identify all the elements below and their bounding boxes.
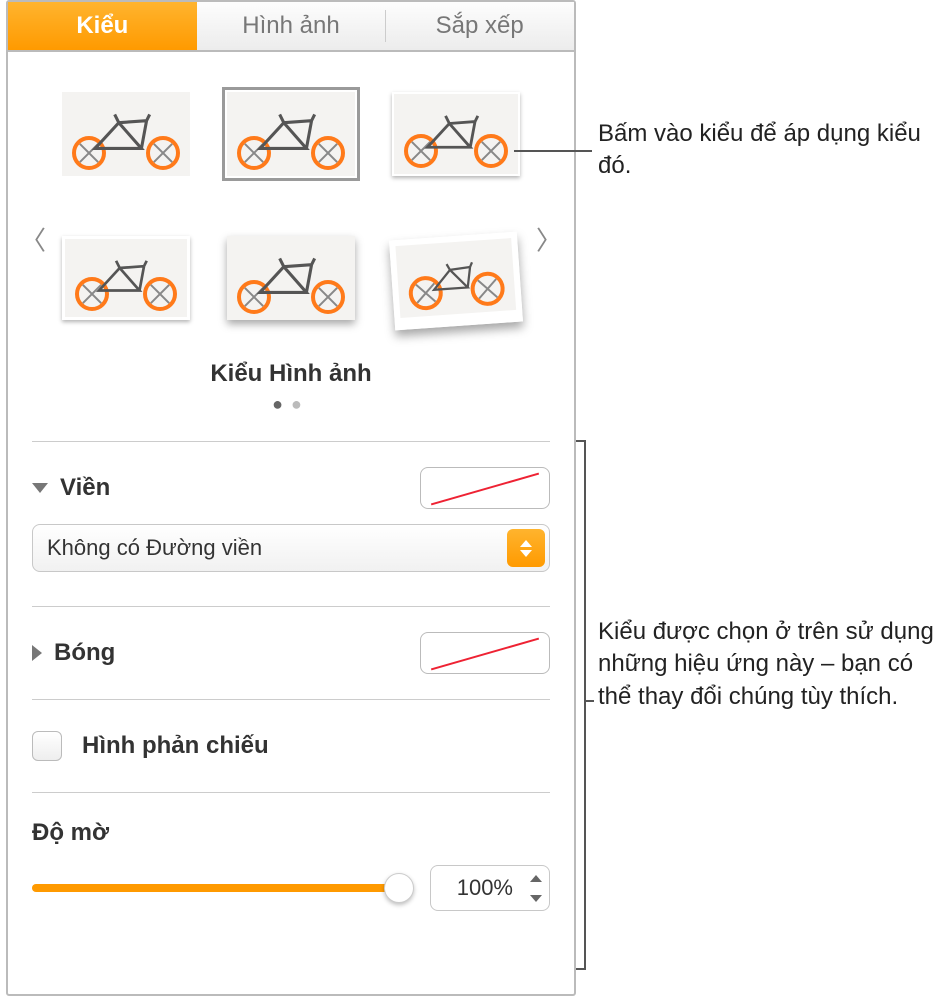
reflection-section: Hình phản chiếu: [8, 716, 574, 776]
style-thumbnails: [58, 92, 524, 326]
reflection-label: Hình phản chiếu: [82, 732, 550, 760]
border-label: Viền: [60, 474, 408, 502]
callout-bracket-top: [576, 440, 586, 442]
style-thumb-4[interactable]: [62, 236, 190, 320]
callout-bracket-bottom: [576, 968, 586, 970]
tab-style[interactable]: Kiểu: [8, 2, 197, 50]
style-gallery: 〈 〉: [8, 52, 574, 425]
divider: [32, 441, 550, 442]
shadow-disclosure[interactable]: [32, 645, 42, 661]
callout-leader-line: [514, 150, 592, 152]
shadow-section: Bóng: [8, 623, 574, 683]
gallery-next-button[interactable]: 〉: [526, 210, 572, 267]
gallery-title: Kiểu Hình ảnh: [38, 360, 544, 388]
slider-thumb[interactable]: [384, 873, 414, 903]
style-thumb-2[interactable]: [227, 92, 355, 176]
gallery-prev-button[interactable]: 〈: [10, 210, 56, 267]
inspector-tabs: Kiểu Hình ảnh Sắp xếp: [8, 2, 574, 52]
border-dropdown-value: Không có Đường viền: [47, 535, 262, 561]
slider-track: [32, 884, 412, 892]
shadow-swatch[interactable]: [420, 632, 550, 674]
opacity-section: Độ mờ 100%: [8, 809, 574, 935]
callout-side: Kiểu được chọn ở trên sử dụng những hiệu…: [598, 616, 938, 713]
border-swatch[interactable]: [420, 467, 550, 509]
style-thumb-6[interactable]: [389, 232, 523, 331]
opacity-step-down[interactable]: [521, 888, 551, 908]
opacity-slider[interactable]: [32, 873, 412, 903]
tab-arrange[interactable]: Sắp xếp: [385, 2, 574, 50]
divider: [32, 792, 550, 793]
style-thumb-3[interactable]: [392, 92, 520, 176]
callout-bracket-vertical: [584, 440, 586, 970]
divider: [32, 699, 550, 700]
callout-bracket-leader: [584, 700, 594, 702]
style-thumb-5[interactable]: [227, 236, 355, 320]
opacity-stepper: [521, 868, 551, 908]
divider: [32, 606, 550, 607]
callout-top: Bấm vào kiểu để áp dụng kiểu đó.: [598, 118, 938, 183]
format-inspector-panel: Kiểu Hình ảnh Sắp xếp 〈 〉: [6, 0, 576, 996]
opacity-value: 100%: [457, 875, 513, 901]
style-thumb-1[interactable]: [62, 92, 190, 176]
tab-image[interactable]: Hình ảnh: [197, 2, 386, 50]
border-dropdown[interactable]: Không có Đường viền: [32, 524, 550, 572]
shadow-label: Bóng: [54, 639, 408, 667]
gallery-page-dots[interactable]: ●●: [38, 394, 544, 415]
dropdown-arrow-icon: [507, 529, 545, 567]
border-section: Viền: [8, 458, 574, 518]
opacity-label: Độ mờ: [32, 819, 550, 847]
opacity-step-up[interactable]: [521, 868, 551, 888]
opacity-value-field[interactable]: 100%: [430, 865, 550, 911]
border-disclosure[interactable]: [32, 483, 48, 493]
reflection-checkbox[interactable]: [32, 731, 62, 761]
